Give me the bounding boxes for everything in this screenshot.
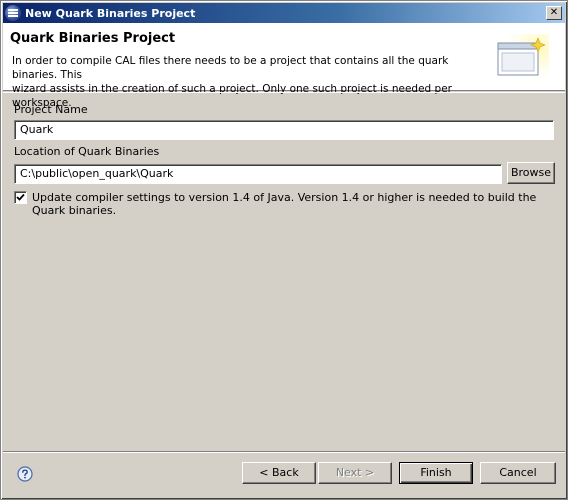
- project-name-label: Project Name: [14, 103, 88, 116]
- window-title: New Quark Binaries Project: [25, 6, 196, 20]
- browse-button[interactable]: Browse: [507, 162, 555, 184]
- wizard-dialog: New Quark Binaries Project ✕ Quark Binar…: [0, 0, 568, 500]
- project-name-input[interactable]: Quark: [14, 120, 554, 140]
- update-compiler-label[interactable]: Update compiler settings to version 1.4 …: [32, 191, 567, 217]
- next-button[interactable]: Next >: [318, 462, 392, 484]
- cancel-button[interactable]: Cancel: [480, 462, 556, 484]
- header-divider: [3, 92, 565, 93]
- location-input[interactable]: C:\public\open_quark\Quark: [14, 164, 502, 184]
- checkmark-icon: [16, 193, 25, 201]
- eclipse-icon: [5, 5, 21, 21]
- update-compiler-checkbox[interactable]: [14, 191, 27, 204]
- page-description: In order to compile CAL files there need…: [12, 54, 482, 110]
- footer-divider: [3, 451, 565, 453]
- page-title: Quark Binaries Project: [10, 31, 176, 46]
- description-line-1: In order to compile CAL files there need…: [12, 55, 449, 81]
- location-label: Location of Quark Binaries: [14, 145, 160, 158]
- finish-button[interactable]: Finish: [399, 462, 473, 484]
- help-icon[interactable]: [17, 466, 33, 482]
- wizard-header: Quark Binaries Project In order to compi…: [3, 23, 565, 109]
- close-button[interactable]: ✕: [546, 6, 562, 20]
- new-wizard-icon: [495, 34, 549, 82]
- title-bar[interactable]: New Quark Binaries Project ✕: [3, 3, 565, 23]
- back-button[interactable]: < Back: [242, 462, 316, 484]
